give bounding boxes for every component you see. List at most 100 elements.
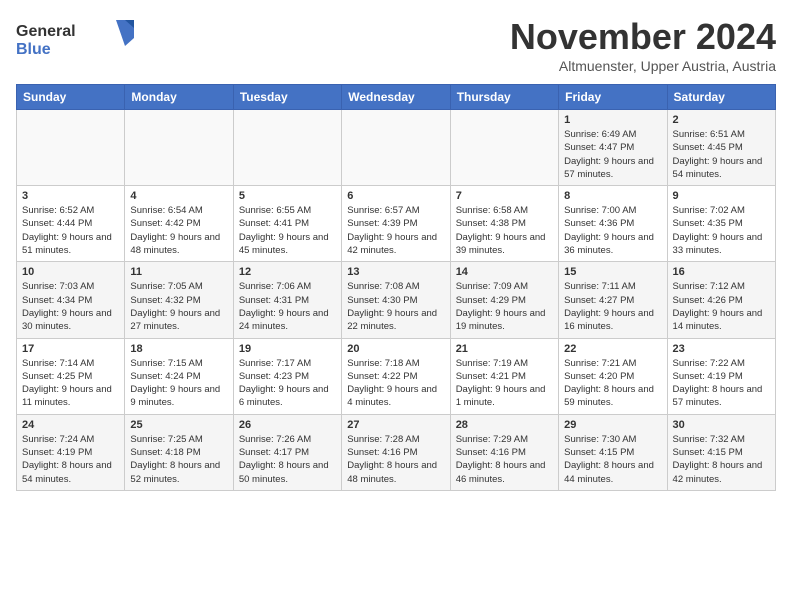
- day-number: 20: [347, 343, 444, 355]
- day-cell: 10 Sunrise: 7:03 AM Sunset: 4:34 PM Dayli…: [17, 262, 125, 338]
- day-number: 9: [673, 190, 770, 202]
- day-number: 24: [22, 419, 119, 431]
- title-area: November 2024 Altmuenster, Upper Austria…: [510, 16, 776, 74]
- day-cell: [450, 110, 558, 186]
- day-info: Sunrise: 7:05 AM Sunset: 4:32 PM Dayligh…: [130, 280, 227, 333]
- day-cell: 11 Sunrise: 7:05 AM Sunset: 4:32 PM Dayli…: [125, 262, 233, 338]
- day-number: 10: [22, 266, 119, 278]
- day-cell: 27 Sunrise: 7:28 AM Sunset: 4:16 PM Dayli…: [342, 414, 450, 490]
- weekday-header-saturday: Saturday: [667, 85, 775, 110]
- day-info: Sunrise: 7:28 AM Sunset: 4:16 PM Dayligh…: [347, 433, 444, 486]
- day-info: Sunrise: 6:55 AM Sunset: 4:41 PM Dayligh…: [239, 204, 336, 257]
- day-cell: 29 Sunrise: 7:30 AM Sunset: 4:15 PM Dayli…: [559, 414, 667, 490]
- day-number: 1: [564, 114, 661, 126]
- weekday-header-friday: Friday: [559, 85, 667, 110]
- day-number: 30: [673, 419, 770, 431]
- day-number: 26: [239, 419, 336, 431]
- svg-text:Blue: Blue: [16, 41, 51, 58]
- day-cell: 20 Sunrise: 7:18 AM Sunset: 4:22 PM Dayli…: [342, 338, 450, 414]
- day-cell: 23 Sunrise: 7:22 AM Sunset: 4:19 PM Dayli…: [667, 338, 775, 414]
- day-info: Sunrise: 7:12 AM Sunset: 4:26 PM Dayligh…: [673, 280, 770, 333]
- week-row-2: 10 Sunrise: 7:03 AM Sunset: 4:34 PM Dayli…: [17, 262, 776, 338]
- day-number: 17: [22, 343, 119, 355]
- day-cell: 6 Sunrise: 6:57 AM Sunset: 4:39 PM Daylig…: [342, 186, 450, 262]
- weekday-header-thursday: Thursday: [450, 85, 558, 110]
- day-number: 13: [347, 266, 444, 278]
- day-info: Sunrise: 6:49 AM Sunset: 4:47 PM Dayligh…: [564, 128, 661, 181]
- day-number: 11: [130, 266, 227, 278]
- day-number: 3: [22, 190, 119, 202]
- week-row-0: 1 Sunrise: 6:49 AM Sunset: 4:47 PM Daylig…: [17, 110, 776, 186]
- day-number: 29: [564, 419, 661, 431]
- location: Altmuenster, Upper Austria, Austria: [510, 58, 776, 74]
- day-info: Sunrise: 6:54 AM Sunset: 4:42 PM Dayligh…: [130, 204, 227, 257]
- day-info: Sunrise: 7:08 AM Sunset: 4:30 PM Dayligh…: [347, 280, 444, 333]
- day-info: Sunrise: 7:26 AM Sunset: 4:17 PM Dayligh…: [239, 433, 336, 486]
- day-cell: 5 Sunrise: 6:55 AM Sunset: 4:41 PM Daylig…: [233, 186, 341, 262]
- day-cell: 18 Sunrise: 7:15 AM Sunset: 4:24 PM Dayli…: [125, 338, 233, 414]
- day-cell: 13 Sunrise: 7:08 AM Sunset: 4:30 PM Dayli…: [342, 262, 450, 338]
- day-info: Sunrise: 7:03 AM Sunset: 4:34 PM Dayligh…: [22, 280, 119, 333]
- weekday-header-tuesday: Tuesday: [233, 85, 341, 110]
- day-cell: 16Sunrise: 7:12 AM Sunset: 4:26 PM Dayli…: [667, 262, 775, 338]
- svg-text:General: General: [16, 23, 76, 40]
- day-number: 18: [130, 343, 227, 355]
- day-info: Sunrise: 7:21 AM Sunset: 4:20 PM Dayligh…: [564, 357, 661, 410]
- day-info: Sunrise: 7:15 AM Sunset: 4:24 PM Dayligh…: [130, 357, 227, 410]
- day-info: Sunrise: 7:19 AM Sunset: 4:21 PM Dayligh…: [456, 357, 553, 410]
- day-info: Sunrise: 7:17 AM Sunset: 4:23 PM Dayligh…: [239, 357, 336, 410]
- day-info: Sunrise: 7:29 AM Sunset: 4:16 PM Dayligh…: [456, 433, 553, 486]
- month-title: November 2024: [510, 16, 776, 58]
- weekday-header-wednesday: Wednesday: [342, 85, 450, 110]
- day-cell: 30 Sunrise: 7:32 AM Sunset: 4:15 PM Dayli…: [667, 414, 775, 490]
- day-cell: 22 Sunrise: 7:21 AM Sunset: 4:20 PM Dayli…: [559, 338, 667, 414]
- logo: General Blue: [16, 16, 146, 61]
- day-cell: 21 Sunrise: 7:19 AM Sunset: 4:21 PM Dayli…: [450, 338, 558, 414]
- day-cell: 12 Sunrise: 7:06 AM Sunset: 4:31 PM Dayli…: [233, 262, 341, 338]
- day-info: Sunrise: 7:11 AM Sunset: 4:27 PM Dayligh…: [564, 280, 661, 333]
- day-cell: 1 Sunrise: 6:49 AM Sunset: 4:47 PM Daylig…: [559, 110, 667, 186]
- day-number: 14: [456, 266, 553, 278]
- day-info: Sunrise: 7:24 AM Sunset: 4:19 PM Dayligh…: [22, 433, 119, 486]
- day-info: Sunrise: 6:57 AM Sunset: 4:39 PM Dayligh…: [347, 204, 444, 257]
- day-info: Sunrise: 6:58 AM Sunset: 4:38 PM Dayligh…: [456, 204, 553, 257]
- day-info: Sunrise: 7:18 AM Sunset: 4:22 PM Dayligh…: [347, 357, 444, 410]
- day-info: Sunrise: 7:02 AM Sunset: 4:35 PM Dayligh…: [673, 204, 770, 257]
- calendar-body: 1 Sunrise: 6:49 AM Sunset: 4:47 PM Daylig…: [17, 110, 776, 491]
- day-number: 5: [239, 190, 336, 202]
- day-cell: 9 Sunrise: 7:02 AM Sunset: 4:35 PM Daylig…: [667, 186, 775, 262]
- day-number: 27: [347, 419, 444, 431]
- day-cell: 2Sunrise: 6:51 AM Sunset: 4:45 PM Daylig…: [667, 110, 775, 186]
- day-info: Sunrise: 7:32 AM Sunset: 4:15 PM Dayligh…: [673, 433, 770, 486]
- day-number: 21: [456, 343, 553, 355]
- day-number: 8: [564, 190, 661, 202]
- day-number: 2: [673, 114, 770, 126]
- day-info: Sunrise: 7:06 AM Sunset: 4:31 PM Dayligh…: [239, 280, 336, 333]
- day-cell: [342, 110, 450, 186]
- day-info: Sunrise: 7:00 AM Sunset: 4:36 PM Dayligh…: [564, 204, 661, 257]
- day-number: 7: [456, 190, 553, 202]
- day-cell: 28Sunrise: 7:29 AM Sunset: 4:16 PM Dayli…: [450, 414, 558, 490]
- day-info: Sunrise: 6:52 AM Sunset: 4:44 PM Dayligh…: [22, 204, 119, 257]
- day-number: 6: [347, 190, 444, 202]
- calendar-header: SundayMondayTuesdayWednesdayThursdayFrid…: [17, 85, 776, 110]
- day-cell: [125, 110, 233, 186]
- day-number: 22: [564, 343, 661, 355]
- weekday-header-monday: Monday: [125, 85, 233, 110]
- day-cell: 3 Sunrise: 6:52 AM Sunset: 4:44 PM Daylig…: [17, 186, 125, 262]
- week-row-4: 24 Sunrise: 7:24 AM Sunset: 4:19 PM Dayli…: [17, 414, 776, 490]
- day-info: Sunrise: 7:09 AM Sunset: 4:29 PM Dayligh…: [456, 280, 553, 333]
- day-cell: 17Sunrise: 7:14 AM Sunset: 4:25 PM Dayli…: [17, 338, 125, 414]
- logo-svg: General Blue: [16, 16, 146, 61]
- day-cell: [233, 110, 341, 186]
- calendar: SundayMondayTuesdayWednesdayThursdayFrid…: [16, 84, 776, 491]
- day-number: 12: [239, 266, 336, 278]
- week-row-1: 3 Sunrise: 6:52 AM Sunset: 4:44 PM Daylig…: [17, 186, 776, 262]
- weekday-row: SundayMondayTuesdayWednesdayThursdayFrid…: [17, 85, 776, 110]
- day-info: Sunrise: 7:30 AM Sunset: 4:15 PM Dayligh…: [564, 433, 661, 486]
- day-number: 19: [239, 343, 336, 355]
- day-cell: 4Sunrise: 6:54 AM Sunset: 4:42 PM Daylig…: [125, 186, 233, 262]
- day-number: 23: [673, 343, 770, 355]
- day-info: Sunrise: 7:25 AM Sunset: 4:18 PM Dayligh…: [130, 433, 227, 486]
- day-info: Sunrise: 7:22 AM Sunset: 4:19 PM Dayligh…: [673, 357, 770, 410]
